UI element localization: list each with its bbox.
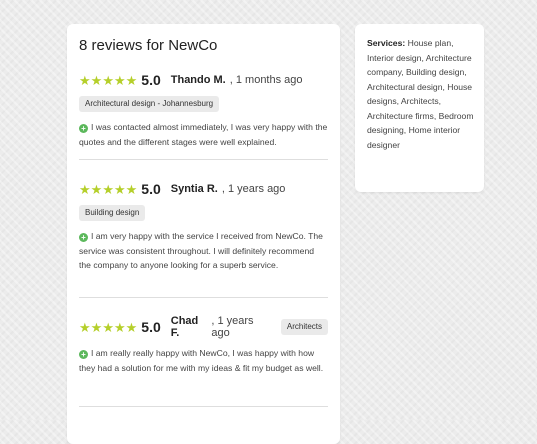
review-text-block: + I was contacted almost immediately, I w… bbox=[79, 120, 328, 149]
services-card: Services: House plan, Interior design, A… bbox=[355, 24, 484, 192]
review-text-block: + I am very happy with the service I rece… bbox=[79, 229, 328, 273]
reviews-title: 8 reviews for NewCo bbox=[79, 37, 218, 54]
star-icon: ★ bbox=[113, 319, 126, 335]
review-item: ★ ★ ★ ★ ★ 5.0 Syntia R. , 1 years ago Bu… bbox=[79, 180, 328, 273]
star-icon: ★ bbox=[125, 181, 138, 197]
divider bbox=[79, 406, 328, 407]
reviewer-name: Thando M. bbox=[170, 74, 226, 86]
reviewer-name: Syntia R. bbox=[170, 183, 218, 195]
star-icon: ★ bbox=[102, 319, 114, 335]
plus-circle-icon: + bbox=[79, 233, 88, 242]
services-text: Services: House plan, Interior design, A… bbox=[367, 36, 475, 152]
review-header: ★ ★ ★ ★ ★ 5.0 Syntia R. , 1 years ago bbox=[79, 180, 328, 198]
review-text: I am very happy with the service I recei… bbox=[79, 231, 323, 270]
plus-circle-icon: + bbox=[79, 350, 88, 359]
star-icon: ★ bbox=[102, 181, 114, 197]
star-icon: ★ bbox=[125, 72, 138, 88]
star-rating: ★ ★ ★ ★ ★ bbox=[79, 321, 137, 334]
review-header: ★ ★ ★ ★ ★ 5.0 Thando M. , 1 months ago bbox=[79, 71, 328, 89]
service-tag: Architects bbox=[280, 319, 328, 335]
review-item: ★ ★ ★ ★ ★ 5.0 Thando M. , 1 months ago A… bbox=[79, 71, 328, 149]
review-text-block: + I am really really happy with NewCo, I … bbox=[79, 346, 328, 375]
reviewer-name: Chad F. bbox=[170, 315, 199, 339]
review-text: I am really really happy with NewCo, I w… bbox=[79, 348, 324, 373]
services-list: House plan, Interior design, Architectur… bbox=[367, 38, 474, 150]
star-icon: ★ bbox=[79, 72, 91, 88]
rating-score: 5.0 bbox=[141, 181, 161, 197]
star-icon: ★ bbox=[79, 181, 91, 197]
rating-score: 5.0 bbox=[141, 319, 161, 335]
review-time: , 1 years ago bbox=[211, 315, 254, 339]
star-icon: ★ bbox=[113, 72, 126, 88]
review-text: I was contacted almost immediately, I wa… bbox=[79, 122, 328, 147]
divider bbox=[79, 297, 328, 298]
star-icon: ★ bbox=[102, 72, 114, 88]
review-item: ★ ★ ★ ★ ★ 5.0 Chad F. , 1 years ago Arch… bbox=[79, 315, 328, 375]
plus-circle-icon: + bbox=[79, 124, 88, 133]
star-rating: ★ ★ ★ ★ ★ bbox=[79, 74, 137, 87]
star-icon: ★ bbox=[90, 319, 103, 335]
star-rating: ★ ★ ★ ★ ★ bbox=[79, 183, 137, 196]
rating-score: 5.0 bbox=[141, 72, 161, 88]
services-label: Services: bbox=[367, 38, 406, 48]
review-header: ★ ★ ★ ★ ★ 5.0 Chad F. , 1 years ago Arch… bbox=[79, 315, 328, 339]
divider bbox=[79, 159, 328, 160]
star-icon: ★ bbox=[125, 319, 138, 335]
star-icon: ★ bbox=[113, 181, 126, 197]
review-time: , 1 months ago bbox=[229, 74, 303, 86]
service-tag: Building design bbox=[79, 205, 146, 221]
service-tag: Architectural design - Johannesburg bbox=[79, 96, 220, 112]
star-icon: ★ bbox=[90, 72, 103, 88]
review-time: , 1 years ago bbox=[221, 183, 286, 195]
star-icon: ★ bbox=[79, 319, 91, 335]
reviews-card: 8 reviews for NewCo ★ ★ ★ ★ ★ 5.0 Thando… bbox=[67, 24, 340, 444]
star-icon: ★ bbox=[90, 181, 103, 197]
